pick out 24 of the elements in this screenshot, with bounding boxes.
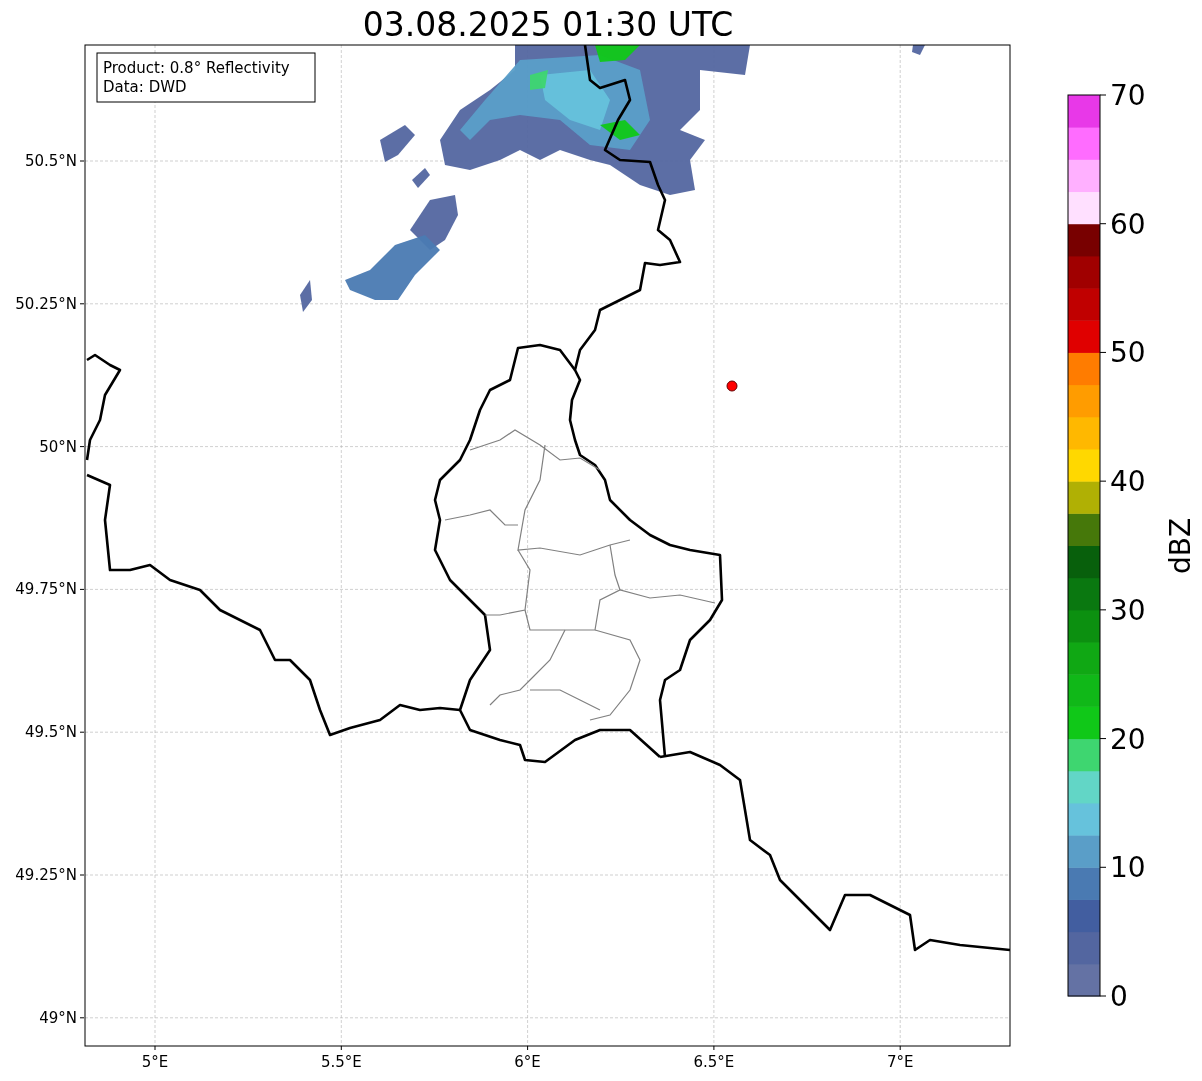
tick-label: 20 [1110, 722, 1146, 756]
tick-label: 10 [1110, 851, 1146, 885]
tick-label: 50 [1110, 336, 1146, 370]
tick-label: 60 [1110, 207, 1146, 241]
info-text: Data: DWD [103, 78, 187, 96]
chart-title: 03.08.2025 01:30 UTC [362, 5, 734, 44]
info-text: Product: 0.8° Reflectivity [103, 59, 290, 77]
tick-label: 49°N [39, 1008, 77, 1027]
tick-label: 50.5°N [24, 152, 77, 170]
tick-label: 49.5°N [24, 723, 77, 742]
tick-label: 7°E [886, 1053, 914, 1071]
tick-label: 40 [1110, 465, 1146, 499]
tick-label: 49.25°N [15, 866, 77, 884]
tick-label: 50.25°N [15, 294, 77, 313]
tick-label: 6.5°E [693, 1053, 735, 1071]
tick-label: 6°E [514, 1053, 541, 1071]
tick-label: 50°N [39, 437, 77, 456]
tick-label: 5.5°E [320, 1053, 362, 1071]
tick-label: 30 [1110, 593, 1146, 627]
tick-label: 49.75°N [15, 580, 77, 599]
tick-label: 5°E [141, 1053, 169, 1071]
tick-label: 0 [1110, 980, 1128, 1013]
colorbar-label: dBZ [1164, 517, 1197, 575]
tick-label: 70 [1110, 79, 1146, 112]
